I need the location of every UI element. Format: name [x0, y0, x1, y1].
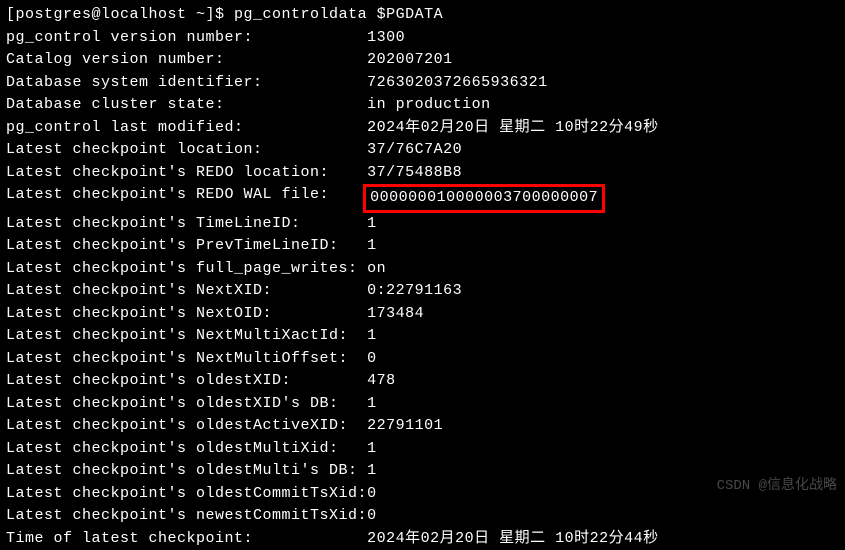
row-value: 1	[367, 213, 377, 236]
output-row: Latest checkpoint's oldestCommitTsXid:0	[6, 483, 839, 506]
row-value: 1	[367, 438, 377, 461]
output-row: Latest checkpoint's oldestMulti's DB: 1	[6, 460, 839, 483]
output-row: Catalog version number: 202007201	[6, 49, 839, 72]
prompt-line[interactable]: [postgres@localhost ~]$ pg_controldata $…	[6, 4, 839, 27]
row-value: 202007201	[367, 49, 453, 72]
output-row: Latest checkpoint's NextXID: 0:22791163	[6, 280, 839, 303]
row-label: Latest checkpoint's full_page_writes:	[6, 258, 367, 281]
row-value: 173484	[367, 303, 424, 326]
row-label: Latest checkpoint's oldestCommitTsXid:	[6, 483, 367, 506]
row-value: 7263020372665936321	[367, 72, 548, 95]
output-row: Database cluster state: in production	[6, 94, 839, 117]
row-label: Latest checkpoint's REDO WAL file:	[6, 184, 367, 213]
output-row: Latest checkpoint's NextMultiOffset: 0	[6, 348, 839, 371]
output-row: Latest checkpoint's PrevTimeLineID: 1	[6, 235, 839, 258]
row-value: 0	[367, 483, 377, 506]
row-label: Catalog version number:	[6, 49, 367, 72]
row-label: Database cluster state:	[6, 94, 367, 117]
row-label: Latest checkpoint location:	[6, 139, 367, 162]
row-value: on	[367, 258, 386, 281]
row-label: Latest checkpoint's NextXID:	[6, 280, 367, 303]
row-label: pg_control last modified:	[6, 117, 367, 140]
row-label: Latest checkpoint's TimeLineID:	[6, 213, 367, 236]
output-row: Latest checkpoint's TimeLineID: 1	[6, 213, 839, 236]
row-value: 0	[367, 505, 377, 528]
row-value: 1	[367, 393, 377, 416]
output-row: Latest checkpoint's NextOID: 173484	[6, 303, 839, 326]
output-row: Latest checkpoint's oldestActiveXID: 227…	[6, 415, 839, 438]
row-value: 0:22791163	[367, 280, 462, 303]
row-label: Latest checkpoint's oldestXID:	[6, 370, 367, 393]
prompt-text: [postgres@localhost ~]$	[6, 4, 234, 27]
row-label: Latest checkpoint's NextMultiOffset:	[6, 348, 367, 371]
output-row: Latest checkpoint's REDO location: 37/75…	[6, 162, 839, 185]
row-value: 0	[367, 348, 377, 371]
row-value: 1	[367, 235, 377, 258]
output-row: Latest checkpoint's oldestXID's DB: 1	[6, 393, 839, 416]
output-row: Latest checkpoint's full_page_writes: on	[6, 258, 839, 281]
row-label: Latest checkpoint's newestCommitTsXid:	[6, 505, 367, 528]
row-value: 1	[367, 325, 377, 348]
row-value: 22791101	[367, 415, 443, 438]
row-value: 1	[367, 460, 377, 483]
output-row: Latest checkpoint's REDO WAL file: 00000…	[6, 184, 839, 213]
row-label: Latest checkpoint's NextOID:	[6, 303, 367, 326]
row-value: 478	[367, 370, 396, 393]
output-row: Latest checkpoint's oldestXID: 478	[6, 370, 839, 393]
output-row: Latest checkpoint's NextMultiXactId: 1	[6, 325, 839, 348]
highlighted-value: 000000010000003700000007	[363, 184, 605, 213]
row-label: Time of latest checkpoint:	[6, 528, 367, 550]
output-row: Database system identifier: 726302037266…	[6, 72, 839, 95]
row-label: Latest checkpoint's oldestMultiXid:	[6, 438, 367, 461]
row-value: 2024年02月20日 星期二 10时22分49秒	[367, 117, 659, 140]
row-label: Database system identifier:	[6, 72, 367, 95]
row-value: 37/76C7A20	[367, 139, 462, 162]
row-label: Latest checkpoint's REDO location:	[6, 162, 367, 185]
terminal-output: pg_control version number: 1300Catalog v…	[6, 27, 839, 550]
row-label: Latest checkpoint's PrevTimeLineID:	[6, 235, 367, 258]
output-row: Latest checkpoint's newestCommitTsXid:0	[6, 505, 839, 528]
row-value: 37/75488B8	[367, 162, 462, 185]
row-value: 1300	[367, 27, 405, 50]
output-row: pg_control last modified: 2024年02月20日 星期…	[6, 117, 839, 140]
row-label: Latest checkpoint's oldestXID's DB:	[6, 393, 367, 416]
output-row: Latest checkpoint location: 37/76C7A20	[6, 139, 839, 162]
row-label: Latest checkpoint's oldestMulti's DB:	[6, 460, 367, 483]
row-label: Latest checkpoint's NextMultiXactId:	[6, 325, 367, 348]
row-value: 2024年02月20日 星期二 10时22分44秒	[367, 528, 659, 550]
command-text: pg_controldata $PGDATA	[234, 4, 443, 27]
watermark-text: CSDN @信息化战略	[717, 476, 837, 497]
row-value: in production	[367, 94, 491, 117]
row-label: pg_control version number:	[6, 27, 367, 50]
row-label: Latest checkpoint's oldestActiveXID:	[6, 415, 367, 438]
output-row: Latest checkpoint's oldestMultiXid: 1	[6, 438, 839, 461]
output-row: pg_control version number: 1300	[6, 27, 839, 50]
output-row: Time of latest checkpoint: 2024年02月20日 星…	[6, 528, 839, 550]
